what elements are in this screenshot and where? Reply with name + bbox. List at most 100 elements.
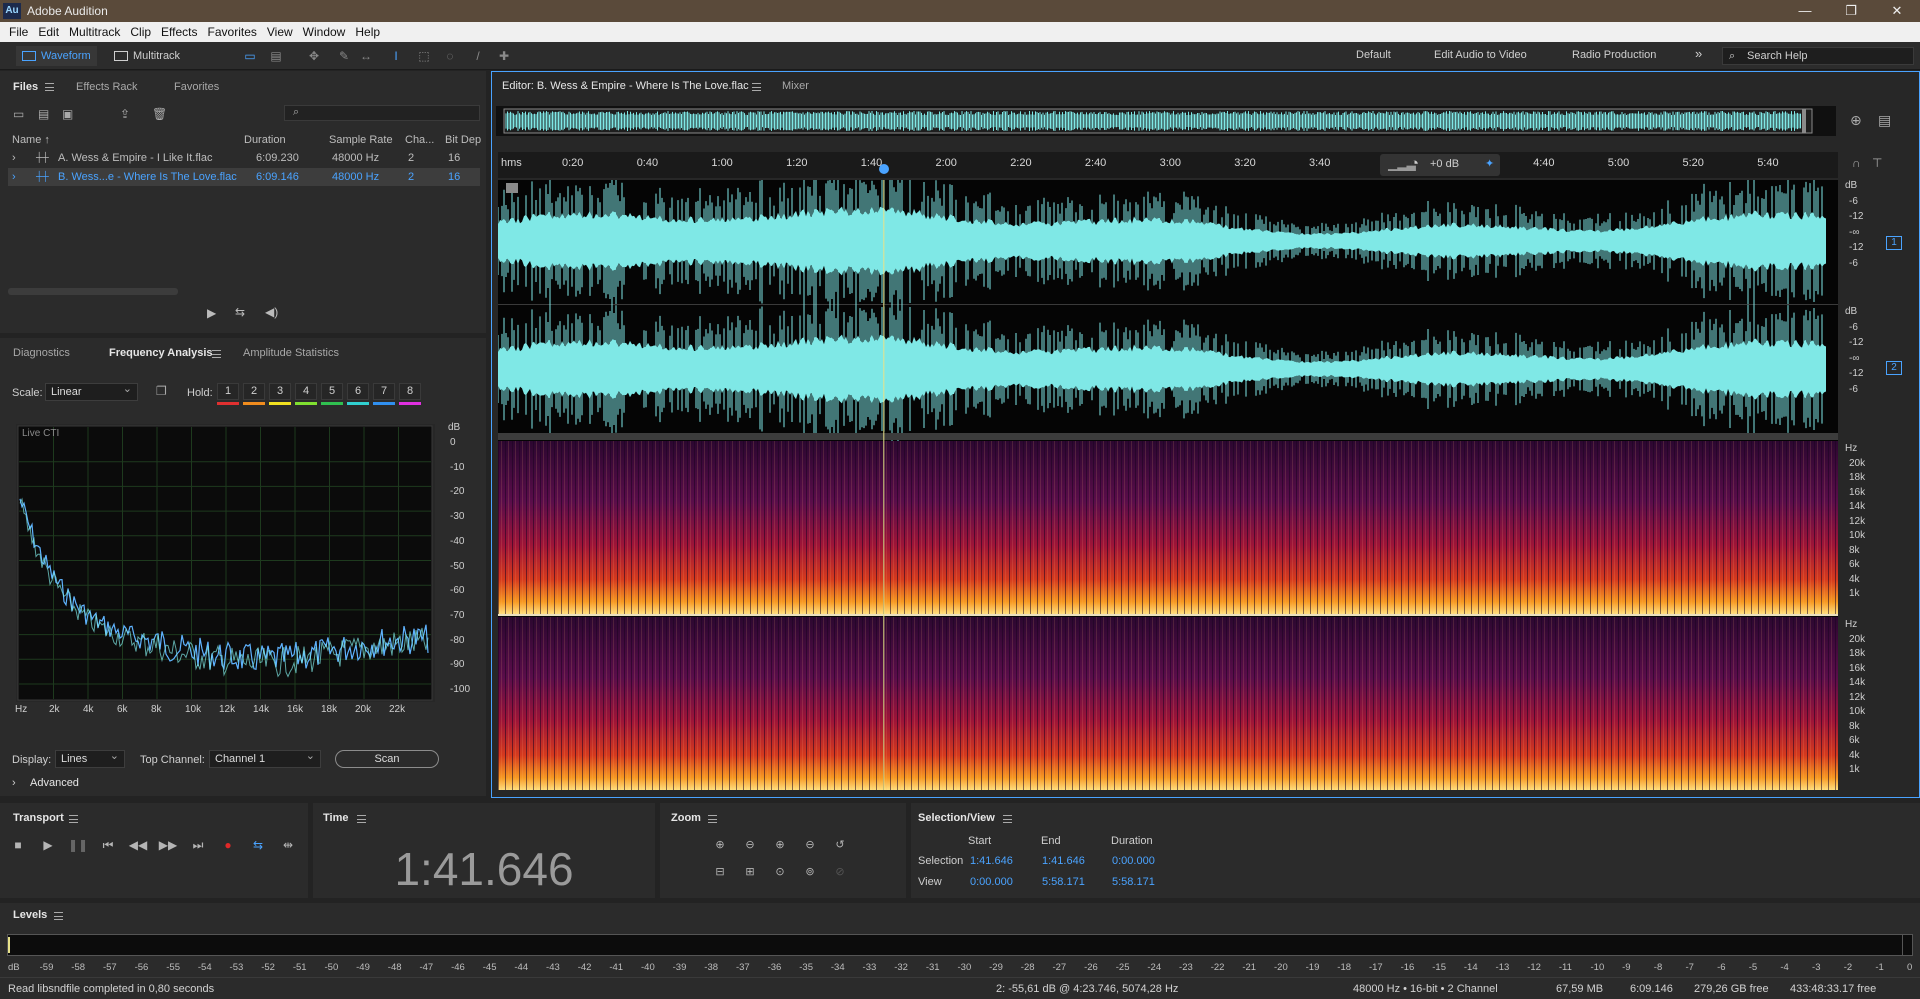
zoom-navigator-icon[interactable]: ⊕: [1850, 112, 1862, 129]
tab-favorites[interactable]: Favorites: [174, 81, 219, 93]
files-search-input[interactable]: ⌕: [284, 105, 480, 121]
tab-effects-rack[interactable]: Effects Rack: [76, 81, 138, 93]
move-tool-icon[interactable]: ✥: [306, 48, 322, 64]
zoom-out-time-icon[interactable]: ⊖: [800, 838, 820, 854]
pause-icon[interactable]: ❚❚: [68, 838, 88, 854]
top-channel-select[interactable]: Channel 1: [209, 748, 321, 768]
tab-editor[interactable]: Editor: B. Wess & Empire - Where Is The …: [502, 80, 749, 92]
channel-2-toggle[interactable]: 2: [1886, 361, 1902, 375]
tab-diagnostics[interactable]: Diagnostics: [13, 347, 70, 359]
overview-waveform[interactable]: [496, 106, 1836, 136]
advanced-expand-icon[interactable]: ›: [12, 777, 16, 789]
hold-button-3[interactable]: 3: [269, 383, 291, 400]
marquee-tool-icon[interactable]: ⬚: [416, 48, 432, 64]
zoom-selection-icon[interactable]: ⊞: [740, 865, 760, 881]
col-name[interactable]: Name ↑: [12, 134, 50, 146]
zoom-out-point-icon[interactable]: ⊚: [800, 865, 820, 881]
close-button[interactable]: ✕: [1874, 0, 1920, 22]
play-preview-icon[interactable]: ▶: [207, 306, 216, 320]
editor-menu-icon[interactable]: [752, 83, 761, 91]
scale-select[interactable]: Linear: [45, 381, 138, 401]
col-channels[interactable]: Cha...: [405, 134, 434, 146]
view-duration[interactable]: 5:58.171: [1112, 876, 1155, 888]
time-selection-tool-icon[interactable]: I: [388, 48, 404, 64]
zoom-in-amplitude-icon[interactable]: ⊕: [710, 838, 730, 854]
auto-play-icon[interactable]: ◀): [265, 305, 278, 319]
hold-button-5[interactable]: 5: [321, 383, 343, 400]
waveform-view-button[interactable]: Waveform: [16, 46, 97, 66]
slip-tool-icon[interactable]: ↔: [358, 48, 374, 64]
selection-view-menu-icon[interactable]: [1003, 815, 1012, 823]
import-file-icon[interactable]: ▤: [38, 107, 49, 121]
selection-start[interactable]: 1:41.646: [970, 855, 1013, 867]
show-waveform-icon[interactable]: ▭: [242, 48, 258, 64]
loop-preview-icon[interactable]: ⇆: [235, 305, 245, 319]
record-icon[interactable]: ●: [218, 838, 238, 854]
view-end[interactable]: 5:58.171: [1042, 876, 1085, 888]
menu-edit[interactable]: Edit: [33, 25, 64, 39]
selection-end[interactable]: 1:41.646: [1042, 855, 1085, 867]
hud-volume[interactable]: ▁▂▃ ◔ +0 dB ✦: [1380, 154, 1500, 176]
menu-view[interactable]: View: [262, 25, 298, 39]
zoom-out-full-icon[interactable]: ⊟: [710, 865, 730, 881]
skip-selection-icon[interactable]: ⇹: [278, 838, 298, 854]
volume-knob-icon[interactable]: ◔: [1410, 155, 1419, 172]
hold-button-8[interactable]: 8: [399, 383, 421, 400]
channel-1-toggle[interactable]: 1: [1886, 236, 1902, 250]
display-select[interactable]: Lines: [55, 748, 125, 768]
menu-multitrack[interactable]: Multitrack: [64, 25, 125, 39]
next-icon[interactable]: ⏭: [188, 838, 208, 854]
menu-help[interactable]: Help: [350, 25, 385, 39]
insert-icon[interactable]: ⇪: [120, 107, 130, 121]
maximize-button[interactable]: ❐: [1828, 0, 1874, 22]
pin-icon[interactable]: ✦: [1485, 157, 1494, 170]
tab-frequency-analysis[interactable]: Frequency Analysis: [109, 347, 213, 359]
hold-button-2[interactable]: 2: [243, 383, 265, 400]
delete-icon[interactable]: 🗑: [152, 107, 167, 121]
loop-icon[interactable]: ⇆: [248, 838, 268, 854]
multitrack-view-button[interactable]: Multitrack: [108, 46, 186, 66]
marker-icon[interactable]: ⊤: [1872, 156, 1882, 170]
scan-button[interactable]: Scan: [335, 750, 439, 768]
playhead-handle[interactable]: [878, 164, 889, 174]
rewind-icon[interactable]: ◀◀: [128, 838, 148, 854]
hold-button-4[interactable]: 4: [295, 383, 317, 400]
expand-icon[interactable]: ›: [12, 152, 16, 164]
zoom-in-time-icon[interactable]: ⊕: [770, 838, 790, 854]
zoom-reset-icon[interactable]: ↺: [830, 838, 850, 854]
fast-forward-icon[interactable]: ▶▶: [158, 838, 178, 854]
razor-tool-icon[interactable]: ✎: [336, 48, 352, 64]
zoom-out-amplitude-icon[interactable]: ⊖: [740, 838, 760, 854]
selection-duration[interactable]: 0:00.000: [1112, 855, 1155, 867]
open-file-icon[interactable]: ▭: [13, 107, 24, 121]
files-scrollbar[interactable]: [8, 288, 178, 295]
time-menu-icon[interactable]: [357, 815, 366, 823]
zoom-in-point-icon[interactable]: ⊙: [770, 865, 790, 881]
files-menu-icon[interactable]: [45, 83, 54, 91]
workspace-default[interactable]: Default: [1356, 49, 1391, 61]
show-spectral-icon[interactable]: ▤: [268, 48, 284, 64]
expand-icon[interactable]: ›: [12, 171, 16, 183]
menu-effects[interactable]: Effects: [156, 25, 202, 39]
stop-icon[interactable]: ■: [8, 838, 28, 854]
tab-mixer[interactable]: Mixer: [782, 80, 809, 92]
levels-menu-icon[interactable]: [54, 912, 63, 920]
col-duration[interactable]: Duration: [244, 134, 286, 146]
transport-menu-icon[interactable]: [69, 815, 78, 823]
workspace-radio-production[interactable]: Radio Production: [1572, 49, 1656, 61]
workspace-edit-audio-to-video[interactable]: Edit Audio to Video: [1434, 49, 1527, 61]
menu-favorites[interactable]: Favorites: [203, 25, 262, 39]
hold-button-6[interactable]: 6: [347, 383, 369, 400]
tab-files[interactable]: Files: [13, 81, 38, 93]
col-sample-rate[interactable]: Sample Rate: [329, 134, 393, 146]
lasso-tool-icon[interactable]: ◌: [442, 48, 458, 64]
brush-tool-icon[interactable]: /: [470, 48, 486, 64]
view-start[interactable]: 0:00.000: [970, 876, 1013, 888]
spot-healing-tool-icon[interactable]: ✚: [496, 48, 512, 64]
file-row[interactable]: › ┼┼ B. Wess...e - Where Is The Love.fla…: [8, 168, 480, 186]
menu-file[interactable]: File: [4, 25, 33, 39]
previous-icon[interactable]: ⏮: [98, 838, 118, 854]
search-help-input[interactable]: ⌕ Search Help: [1722, 47, 1914, 65]
copy-icon[interactable]: ❐: [156, 384, 167, 398]
play-icon[interactable]: ▶: [38, 838, 58, 854]
